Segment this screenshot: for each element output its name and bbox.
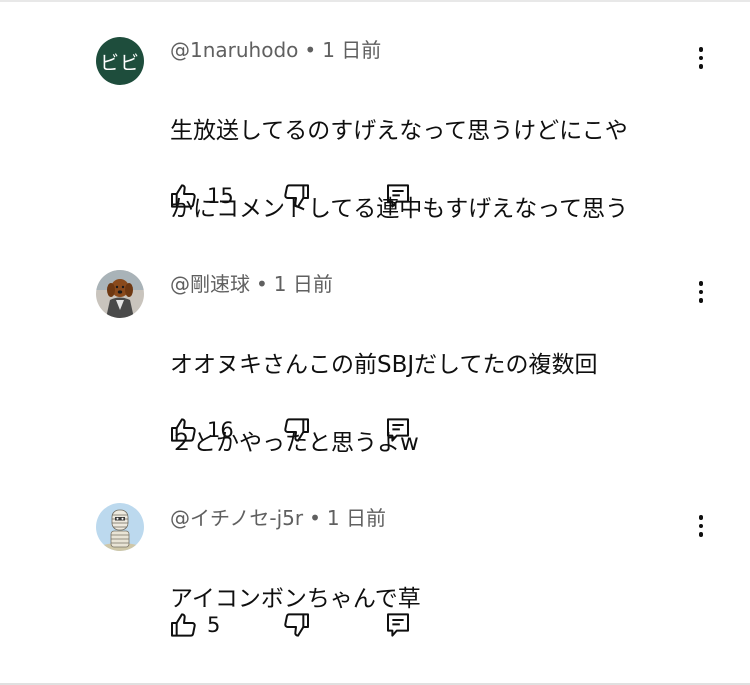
comment-actions: 16	[168, 414, 428, 448]
thumbs-up-icon	[168, 609, 200, 641]
reply-icon	[383, 180, 413, 212]
reply-icon	[383, 609, 413, 641]
reply-button[interactable]	[383, 414, 413, 446]
dislike-button[interactable]	[280, 609, 312, 641]
like-button[interactable]: 15	[168, 180, 234, 212]
thumbs-up-icon	[168, 180, 200, 212]
author-name[interactable]: @1naruhodo	[170, 38, 298, 62]
more-vert-icon[interactable]	[686, 274, 716, 310]
avatar[interactable]: ビビ	[96, 37, 144, 85]
comment-text: 生放送してるのすげえなって思うけどにこや かにコメントしてる連中もすげえなって思…	[170, 73, 700, 268]
reply-icon	[383, 414, 413, 446]
dislike-button[interactable]	[280, 180, 312, 212]
avatar[interactable]	[96, 270, 144, 318]
like-count: 16	[207, 418, 234, 442]
comment-meta: @1naruhodo • 1 日前	[170, 38, 381, 62]
comment-time[interactable]: 1 日前	[327, 506, 386, 530]
mummy-avatar-icon	[96, 503, 144, 551]
comment-actions: 15	[168, 180, 428, 214]
separator-dot: •	[304, 38, 317, 62]
comment-time[interactable]: 1 日前	[274, 272, 333, 296]
comment-actions: 5	[168, 609, 428, 643]
avatar-initials: ビビ	[99, 51, 140, 74]
dog-avatar-icon	[96, 270, 144, 318]
author-name[interactable]: @剛速球	[170, 272, 250, 296]
like-button[interactable]: 16	[168, 414, 234, 446]
reply-button[interactable]	[383, 180, 413, 212]
dislike-button[interactable]	[280, 414, 312, 446]
comment-text-line: オオヌキさんこの前SBJだしてたの複数回	[170, 352, 598, 378]
comment-time[interactable]: 1 日前	[322, 38, 381, 62]
thumbs-down-icon	[280, 414, 312, 446]
thumbs-down-icon	[280, 180, 312, 212]
separator-dot: •	[309, 506, 321, 530]
like-count: 15	[207, 184, 234, 208]
comment-text-line: 生放送してるのすげえなって思うけどにこや	[170, 118, 628, 144]
top-divider	[0, 0, 750, 2]
thumbs-down-icon	[280, 609, 312, 641]
comment-text: オオヌキさんこの前SBJだしてたの複数回 ２とかやったと思うよw	[170, 307, 700, 502]
comments-section: ビビ @1naruhodo • 1 日前 生放送してるのすげえなって思うけどにこや …	[0, 0, 750, 685]
comment-meta: @剛速球 • 1 日前	[170, 272, 333, 296]
comment-meta: @イチノセ-j5r • 1 日前	[170, 506, 386, 530]
more-vert-icon[interactable]	[686, 508, 716, 544]
thumbs-up-icon	[168, 414, 200, 446]
like-button[interactable]: 5	[168, 609, 220, 641]
reply-button[interactable]	[383, 609, 413, 641]
author-name[interactable]: @イチノセ-j5r	[170, 506, 303, 530]
avatar[interactable]	[96, 503, 144, 551]
more-vert-icon[interactable]	[686, 40, 716, 76]
like-count: 5	[207, 613, 221, 637]
separator-dot: •	[256, 272, 268, 296]
